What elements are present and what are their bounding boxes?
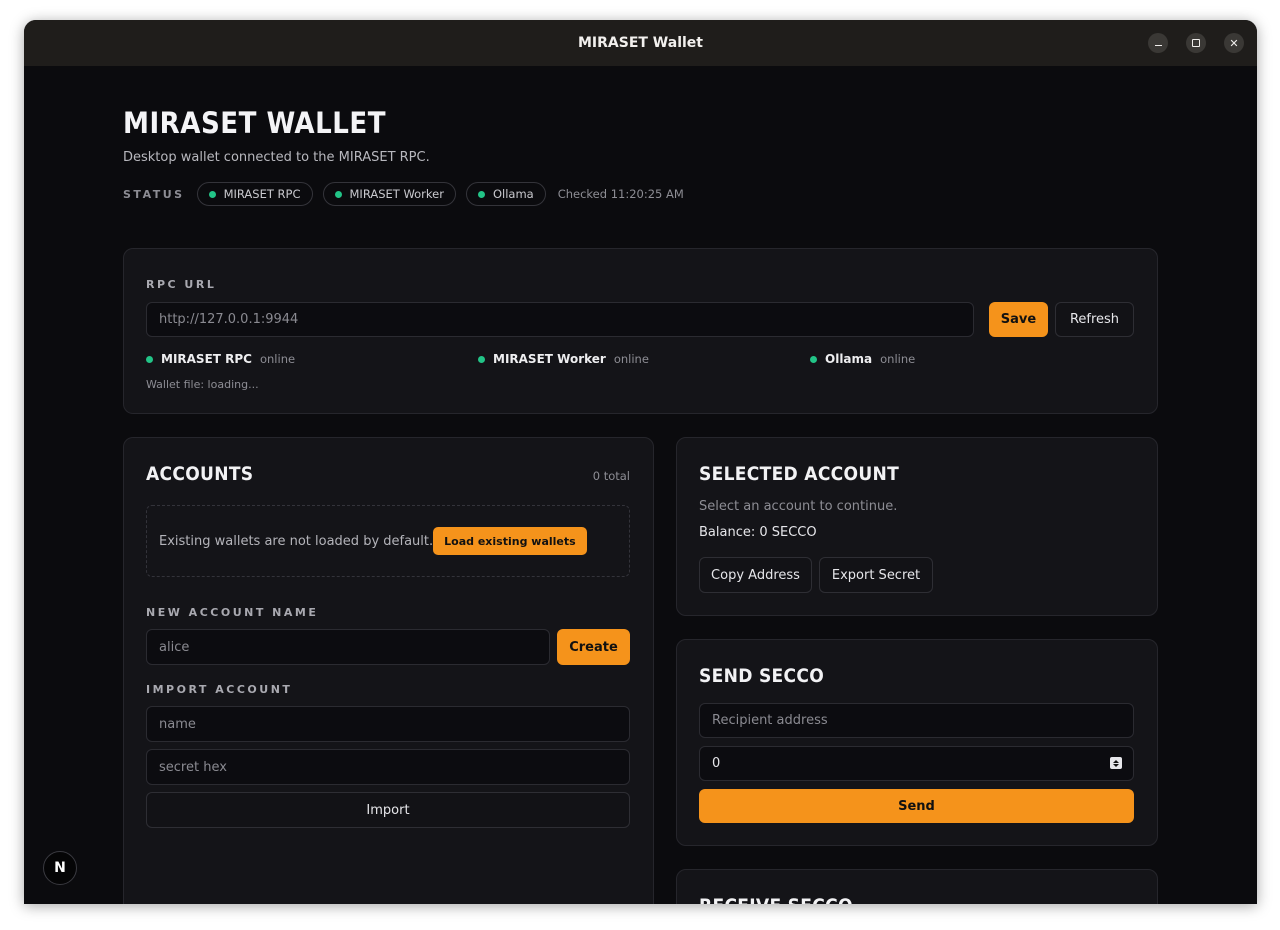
receive-title: RECEIVE SECCO — [699, 895, 853, 904]
page-title: MIRASET WALLET — [123, 106, 387, 140]
new-account-label: NEW ACCOUNT NAME — [146, 606, 319, 619]
status-pill-ollama: Ollama — [465, 182, 546, 206]
status-dot — [810, 355, 817, 363]
minimize-button[interactable] — [1148, 33, 1168, 53]
accounts-total: 0 total — [592, 469, 630, 483]
service-state: online — [259, 352, 296, 366]
dev-tools-badge-icon[interactable]: N — [43, 851, 77, 885]
new-account-name-input[interactable] — [146, 629, 550, 665]
import-name-input[interactable] — [146, 706, 630, 742]
save-button[interactable]: Save — [989, 302, 1048, 337]
send-button[interactable]: Send — [699, 789, 1134, 823]
dev-badge-letter: N — [54, 860, 66, 876]
amount-field — [699, 746, 1134, 781]
empty-accounts-text: Existing wallets are not loaded by defau… — [159, 533, 434, 549]
service-state: online — [613, 352, 649, 366]
service-state: online — [880, 352, 916, 366]
send-card: SEND SECCO Send — [676, 639, 1158, 846]
number-spinner-icon[interactable] — [1110, 757, 1122, 769]
close-button[interactable]: ✕ — [1224, 33, 1244, 53]
minimize-icon — [1154, 44, 1162, 47]
export-secret-button[interactable]: Export Secret — [819, 557, 933, 593]
status-pill-label: MIRASET Worker — [349, 187, 444, 201]
service-name: MIRASET RPC — [161, 352, 252, 366]
accounts-card: ACCOUNTS 0 total Existing wallets are no… — [123, 437, 654, 904]
status-label: STATUS — [123, 187, 185, 201]
accounts-title: ACCOUNTS — [146, 463, 254, 485]
wallet-file-status: Wallet file: loading... — [146, 378, 259, 391]
service-status-rpc: MIRASET RPC online — [146, 352, 295, 366]
import-account-label: IMPORT ACCOUNT — [146, 683, 293, 696]
status-dot — [208, 190, 216, 198]
service-status-worker: MIRASET Worker online — [478, 352, 649, 366]
app-window: MIRASET Wallet ✕ MIRASET WALLET Desktop … — [24, 20, 1257, 904]
window-title: MIRASET Wallet — [577, 35, 703, 51]
page-subtitle: Desktop wallet connected to the MIRASET … — [123, 150, 430, 165]
empty-accounts-box: Existing wallets are not loaded by defau… — [146, 505, 630, 577]
rpc-card: RPC URL Save Refresh MIRASET RPC online … — [123, 248, 1158, 414]
service-name: Ollama — [825, 352, 873, 366]
rpc-url-label: RPC URL — [146, 278, 217, 291]
service-status-ollama: Ollama online — [810, 352, 915, 366]
receive-card: RECEIVE SECCO — [676, 869, 1158, 904]
status-pill-label: MIRASET RPC — [223, 187, 301, 201]
create-button[interactable]: Create — [557, 629, 630, 665]
send-title: SEND SECCO — [699, 665, 825, 687]
status-dot — [477, 190, 485, 198]
status-pill-worker: MIRASET Worker — [322, 182, 456, 206]
rpc-url-input[interactable] — [146, 302, 974, 337]
copy-address-button[interactable]: Copy Address — [699, 557, 812, 593]
service-name: MIRASET Worker — [493, 352, 606, 366]
status-dot — [146, 355, 153, 363]
status-pill-label: Ollama — [492, 187, 534, 201]
import-secret-input[interactable] — [146, 749, 630, 785]
status-row: STATUS MIRASET RPC MIRASET Worker Ollama… — [123, 182, 684, 206]
refresh-button[interactable]: Refresh — [1055, 302, 1134, 337]
recipient-address-input[interactable] — [699, 703, 1134, 738]
status-dot — [478, 355, 485, 363]
selected-account-hint: Select an account to continue. — [699, 499, 898, 514]
main-content: MIRASET WALLET Desktop wallet connected … — [24, 66, 1257, 904]
status-dot — [334, 190, 342, 198]
maximize-icon — [1192, 39, 1200, 47]
balance-text: Balance: 0 SECCO — [699, 525, 817, 540]
selected-account-card: SELECTED ACCOUNT Select an account to co… — [676, 437, 1158, 616]
import-button[interactable]: Import — [146, 792, 630, 828]
maximize-button[interactable] — [1186, 33, 1206, 53]
close-icon: ✕ — [1229, 36, 1239, 50]
title-bar: MIRASET Wallet ✕ — [24, 20, 1257, 66]
load-wallets-button[interactable]: Load existing wallets — [433, 527, 587, 555]
amount-input[interactable] — [699, 746, 1134, 781]
status-pill-rpc: MIRASET RPC — [196, 182, 313, 206]
status-checked-time: Checked 11:20:25 AM — [557, 187, 684, 201]
selected-account-title: SELECTED ACCOUNT — [699, 463, 900, 485]
